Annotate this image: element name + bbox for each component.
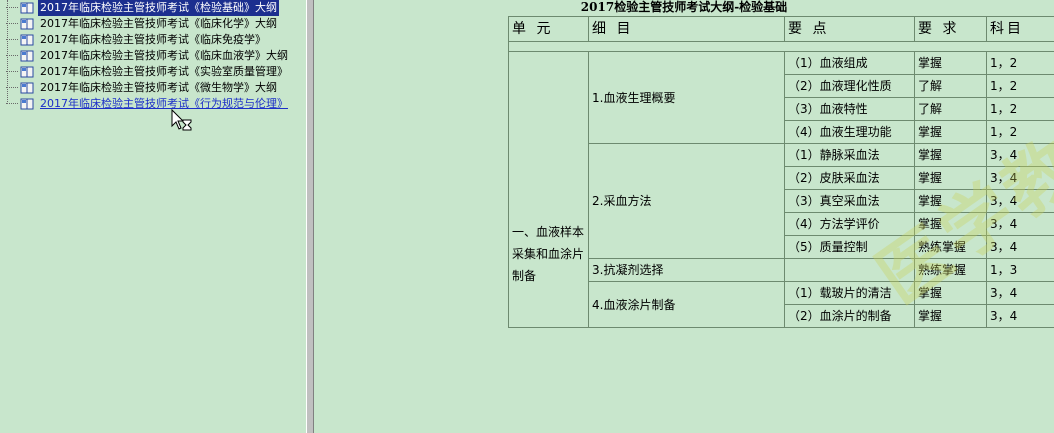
subject-cell: 1，3 [986, 258, 1054, 282]
book-icon [20, 50, 34, 62]
tree-item-label: 2017年临床检验主管技师考试《检验基础》大纲 [38, 0, 279, 16]
pane-splitter[interactable] [306, 0, 314, 433]
subject-cell: 1，2 [986, 120, 1054, 144]
tree-item-label: 2017年临床检验主管技师考试《实验室质量管理》 [40, 65, 288, 78]
header-subject: 科目 [986, 16, 1054, 42]
table-row: 2.采血方法 （1）静脉采血法 掌握 3，4 [509, 143, 1054, 259]
requirement-cell: 掌握 [914, 212, 987, 236]
point-cell: （4）方法学评价 [784, 212, 915, 236]
requirement-cell: 掌握 [914, 189, 987, 213]
point-cell: （2）血涂片的制备 [784, 304, 915, 328]
header-requirement: 要 求 [914, 16, 987, 42]
tree-item-label: 2017年临床检验主管技师考试《临床血液学》大纲 [40, 49, 288, 62]
tree-dots [6, 55, 18, 57]
tree-item-clinical-immunology[interactable]: 2017年临床检验主管技师考试《临床免疫学》 [6, 32, 268, 48]
tree-dots [6, 23, 18, 25]
book-icon [20, 98, 34, 110]
requirement-cell: 掌握 [914, 281, 987, 305]
syllabus-table: 单 元 细 目 要 点 要 求 科目 一、血液样本采集和血涂片制备 1.血液生理… [508, 16, 1054, 328]
point-cell: （2）皮肤采血法 [784, 166, 915, 190]
table-row: 4.血液涂片制备 （1）载玻片的清洁 掌握 3，4 [509, 281, 1054, 328]
tree-dots [6, 39, 18, 41]
requirement-cell: 熟练掌握 [914, 235, 987, 259]
book-icon [20, 34, 34, 46]
requirement-cell: 掌握 [914, 143, 987, 167]
header-unit: 单 元 [508, 16, 589, 42]
subject-cell: 3，4 [986, 189, 1054, 213]
tree-dots [6, 87, 18, 89]
book-icon [20, 18, 34, 30]
table-row: 一、血液样本采集和血涂片制备 1.血液生理概要 （1）血液组成 掌握 1，2 [508, 51, 1054, 328]
point-cell: （1）血液组成 [784, 51, 915, 75]
document-pane: 2017检验主管技师考试大纲-检验基础 单 元 细 目 要 点 要 求 科目 一… [314, 0, 1054, 433]
requirement-cell: 了解 [914, 97, 987, 121]
point-cell: （4）血液生理功能 [784, 120, 915, 144]
tree-item-clinical-chemistry[interactable]: 2017年临床检验主管技师考试《临床化学》大纲 [6, 16, 279, 32]
point-cell: （3）真空采血法 [784, 189, 915, 213]
point-cell: （2）血液理化性质 [784, 74, 915, 98]
tree-item-lab-quality[interactable]: 2017年临床检验主管技师考试《实验室质量管理》 [6, 64, 290, 80]
tree-item-label: 2017年临床检验主管技师考试《行为规范与伦理》 [40, 97, 288, 110]
outline-tree-pane: 2017年临床检验主管技师考试《检验基础》大纲 2017年临床检验主管技师考试《… [0, 0, 306, 433]
subitem-cell: 4.血液涂片制备 [588, 281, 785, 328]
point-cell: （1）静脉采血法 [784, 143, 915, 167]
subject-cell: 3，4 [986, 212, 1054, 236]
document-title: 2017检验主管技师考试大纲-检验基础 [580, 0, 788, 14]
tree-item-label: 2017年临床检验主管技师考试《临床免疫学》 [40, 33, 266, 46]
tree-item-ethics[interactable]: 2017年临床检验主管技师考试《行为规范与伦理》 [6, 96, 290, 112]
subject-cell: 1，2 [986, 74, 1054, 98]
tree-item-label: 2017年临床检验主管技师考试《微生物学》大纲 [40, 81, 277, 94]
table-row: 3.抗凝剂选择 熟练掌握 1，3 [509, 258, 1054, 282]
tree-dots [6, 103, 18, 105]
subject-cell: 3，4 [986, 143, 1054, 167]
point-cell: （3）血液特性 [784, 97, 915, 121]
subject-cell: 1，2 [986, 97, 1054, 121]
table-spacer-row [508, 41, 1054, 52]
subject-cell: 3，4 [986, 304, 1054, 328]
subject-cell: 3，4 [986, 281, 1054, 305]
busy-arrow-cursor-icon [171, 108, 192, 131]
unit-cell: 一、血液样本采集和血涂片制备 [508, 51, 589, 328]
tree-dots [6, 7, 18, 9]
spacer-cell [508, 41, 1054, 52]
requirement-cell: 熟练掌握 [914, 258, 987, 282]
tree-item-exam-basics[interactable]: 2017年临床检验主管技师考试《检验基础》大纲 [6, 0, 279, 16]
header-point: 要 点 [784, 16, 915, 42]
subitem-cell: 2.采血方法 [588, 143, 785, 259]
point-cell: （1）载玻片的清洁 [784, 281, 915, 305]
subject-cell: 3，4 [986, 166, 1054, 190]
requirement-cell: 掌握 [914, 166, 987, 190]
subitem-cell: 3.抗凝剂选择 [588, 258, 785, 282]
requirement-cell: 掌握 [914, 120, 987, 144]
requirement-cell: 掌握 [914, 304, 987, 328]
book-icon [20, 2, 34, 14]
point-cell [784, 258, 915, 282]
tree-item-clinical-hematology[interactable]: 2017年临床检验主管技师考试《临床血液学》大纲 [6, 48, 290, 64]
header-subitem: 细 目 [588, 16, 785, 42]
subject-cell: 3，4 [986, 235, 1054, 259]
requirement-cell: 掌握 [914, 51, 987, 75]
table-header-row: 单 元 细 目 要 点 要 求 科目 [508, 16, 1054, 42]
point-cell: （5）质量控制 [784, 235, 915, 259]
tree-dots [6, 71, 18, 73]
subject-cell: 1，2 [986, 51, 1054, 75]
requirement-cell: 了解 [914, 74, 987, 98]
subitem-cell: 1.血液生理概要 [588, 51, 785, 144]
book-icon [20, 82, 34, 94]
book-icon [20, 66, 34, 78]
tree-item-label: 2017年临床检验主管技师考试《临床化学》大纲 [40, 17, 277, 30]
tree-item-microbiology[interactable]: 2017年临床检验主管技师考试《微生物学》大纲 [6, 80, 279, 96]
